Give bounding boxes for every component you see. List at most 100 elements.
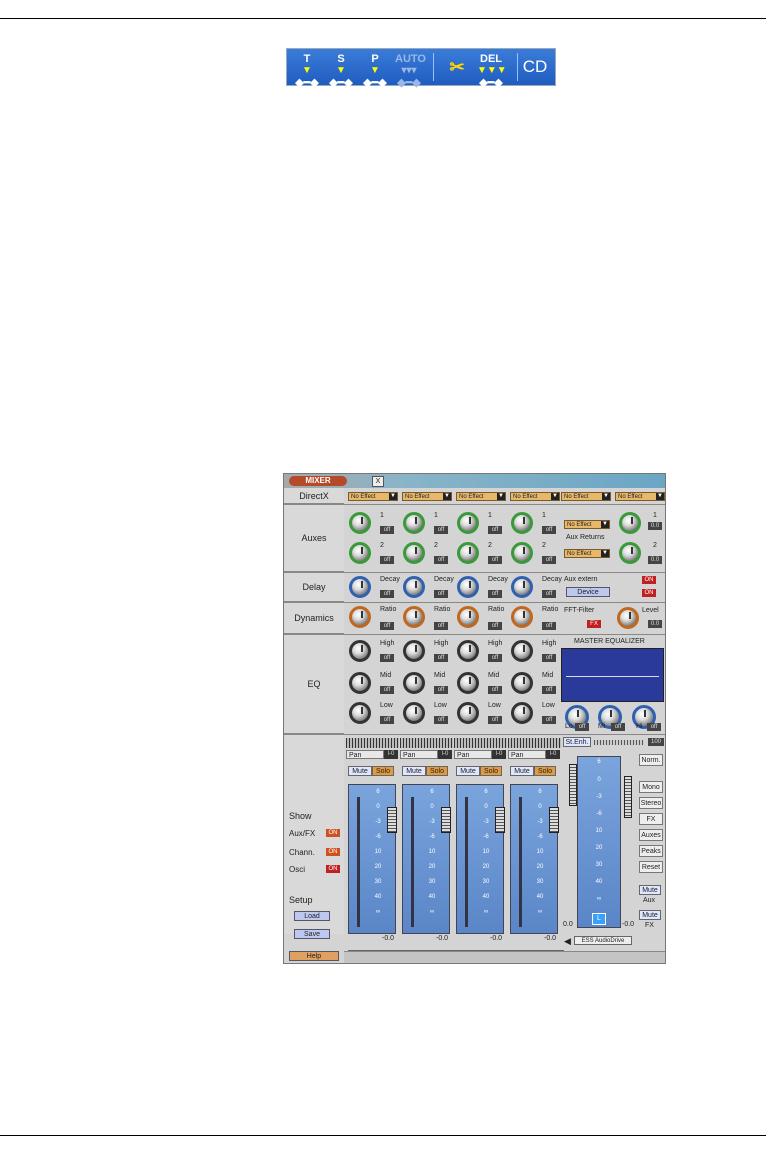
- mute-button[interactable]: Mute: [456, 766, 480, 776]
- aux-extern-on-1[interactable]: ON: [642, 576, 656, 584]
- aux-2-off[interactable]: off: [488, 556, 502, 564]
- dynamics-knob[interactable]: [511, 606, 533, 628]
- eq-lo-off[interactable]: off: [575, 723, 589, 731]
- eq-hi-off[interactable]: off: [647, 723, 661, 731]
- show-chann-toggle[interactable]: ON: [326, 848, 340, 856]
- eq-low-off[interactable]: off: [434, 716, 448, 724]
- help-button[interactable]: Help: [289, 951, 339, 961]
- mute-button[interactable]: Mute: [348, 766, 372, 776]
- dynamics-knob[interactable]: [349, 606, 371, 628]
- save-button[interactable]: Save: [294, 929, 330, 939]
- aux-2-off[interactable]: off: [380, 556, 394, 564]
- aux-2-knob[interactable]: [511, 542, 533, 564]
- fader-cap[interactable]: [387, 807, 397, 833]
- solo-button[interactable]: Solo: [480, 766, 502, 776]
- master-effect-select[interactable]: No Effect ▼: [561, 492, 611, 501]
- norm-button[interactable]: Norm.: [639, 754, 663, 766]
- peaks-button[interactable]: Peaks: [639, 845, 663, 857]
- master-l-button[interactable]: L: [592, 913, 606, 925]
- delay-knob[interactable]: [349, 576, 371, 598]
- eq-mid-off[interactable]: off: [488, 686, 502, 694]
- master-eq-display[interactable]: [561, 648, 664, 702]
- aux-return-2-effect[interactable]: No Effect ▼: [564, 549, 610, 558]
- dynamics-knob[interactable]: [403, 606, 425, 628]
- show-osci-toggle[interactable]: ON: [326, 865, 340, 873]
- eq-mid-knob[interactable]: [457, 672, 479, 694]
- master-fader-cap-right[interactable]: [624, 776, 632, 818]
- s-button[interactable]: S ▼ ◆━◆: [327, 53, 355, 89]
- fader-cap[interactable]: [441, 807, 451, 833]
- eq-low-off[interactable]: off: [488, 716, 502, 724]
- channel-fader[interactable]: 6 0 -3 -6 10 20 30 40 ∞: [456, 784, 505, 934]
- dynamics-knob[interactable]: [457, 606, 479, 628]
- effect-select[interactable]: No Effect ▼: [402, 492, 452, 501]
- aux-1-knob[interactable]: [511, 512, 533, 534]
- fx-mute-button[interactable]: Mute: [639, 910, 661, 920]
- t-button[interactable]: T ▼ ◆━◆: [293, 53, 321, 89]
- aux-1-off[interactable]: off: [434, 526, 448, 534]
- eq-mid-off[interactable]: off: [380, 686, 394, 694]
- solo-button[interactable]: Solo: [372, 766, 394, 776]
- aux-1-off[interactable]: off: [542, 526, 556, 534]
- cd-button[interactable]: CD: [521, 53, 549, 81]
- pan-field[interactable]: Pan: [508, 750, 546, 759]
- dynamics-off[interactable]: off: [488, 622, 502, 630]
- aux-1-off[interactable]: off: [488, 526, 502, 534]
- eq-high-knob[interactable]: [349, 640, 371, 662]
- reset-button[interactable]: Reset: [639, 861, 663, 873]
- eq-low-knob[interactable]: [349, 702, 371, 724]
- st-enh-button[interactable]: St.Enh.: [563, 737, 591, 747]
- aux-2-off[interactable]: off: [542, 556, 556, 564]
- auto-button[interactable]: AUTO ▾▾▾ ◆━◆: [395, 53, 426, 89]
- close-button[interactable]: X: [372, 476, 384, 487]
- eq-high-off[interactable]: off: [488, 654, 502, 662]
- dynamics-off[interactable]: off: [380, 622, 394, 630]
- aux-extern-on-2[interactable]: ON: [642, 589, 656, 597]
- channel-fader[interactable]: 6 0 -3 -6 10 20 30 40 ∞: [348, 784, 397, 934]
- fader-cap[interactable]: [495, 807, 505, 833]
- dynamics-off[interactable]: off: [434, 622, 448, 630]
- master-effect-select-2[interactable]: No Effect ▼: [615, 492, 665, 501]
- fx-button[interactable]: FX: [639, 813, 663, 825]
- load-button[interactable]: Load: [294, 911, 330, 921]
- aux-2-knob[interactable]: [349, 542, 371, 564]
- eq-mid-off[interactable]: off: [542, 686, 556, 694]
- fader-cap[interactable]: [549, 807, 559, 833]
- del-button[interactable]: DEL ▼▼▼ ◆━◆: [477, 53, 507, 89]
- eq-mid-knob[interactable]: [349, 672, 371, 694]
- aux-1-knob[interactable]: [457, 512, 479, 534]
- effect-select[interactable]: No Effect ▼: [348, 492, 398, 501]
- channel-fader[interactable]: 6 0 -3 -6 10 20 30 40 ∞: [402, 784, 451, 934]
- eq-mid-knob[interactable]: [511, 672, 533, 694]
- aux-2-knob[interactable]: [457, 542, 479, 564]
- aux-return-2-knob[interactable]: [619, 542, 641, 564]
- stereo-button[interactable]: Stereo: [639, 797, 663, 809]
- eq-high-knob[interactable]: [457, 640, 479, 662]
- aux-2-knob[interactable]: [403, 542, 425, 564]
- delay-knob[interactable]: [457, 576, 479, 598]
- aux-1-knob[interactable]: [349, 512, 371, 534]
- pan-field[interactable]: Pan: [346, 750, 384, 759]
- eq-low-knob[interactable]: [403, 702, 425, 724]
- eq-high-off[interactable]: off: [434, 654, 448, 662]
- eq-low-knob[interactable]: [511, 702, 533, 724]
- aux-1-knob[interactable]: [403, 512, 425, 534]
- eq-mi-off[interactable]: off: [611, 723, 625, 731]
- delay-off[interactable]: off: [488, 590, 502, 598]
- device-button[interactable]: Device: [566, 587, 610, 597]
- effect-select[interactable]: No Effect ▼: [456, 492, 506, 501]
- mute-button[interactable]: Mute: [402, 766, 426, 776]
- delay-off[interactable]: off: [542, 590, 556, 598]
- eq-high-off[interactable]: off: [380, 654, 394, 662]
- channel-fader[interactable]: 6 0 -3 -6 10 20 30 40 ∞: [510, 784, 559, 934]
- speaker-icon[interactable]: ◀: [564, 936, 571, 947]
- fft-fx-button[interactable]: FX: [587, 620, 601, 628]
- eq-high-knob[interactable]: [403, 640, 425, 662]
- eq-high-off[interactable]: off: [542, 654, 556, 662]
- audio-driver-select[interactable]: ESS AudioDrive: [574, 936, 632, 945]
- master-fader-cap-left[interactable]: [569, 764, 577, 806]
- mute-button[interactable]: Mute: [510, 766, 534, 776]
- eq-high-knob[interactable]: [511, 640, 533, 662]
- delay-off[interactable]: off: [380, 590, 394, 598]
- master-fader[interactable]: 6 0 -3 -6 10 20 30 40 ∞ L: [577, 756, 621, 928]
